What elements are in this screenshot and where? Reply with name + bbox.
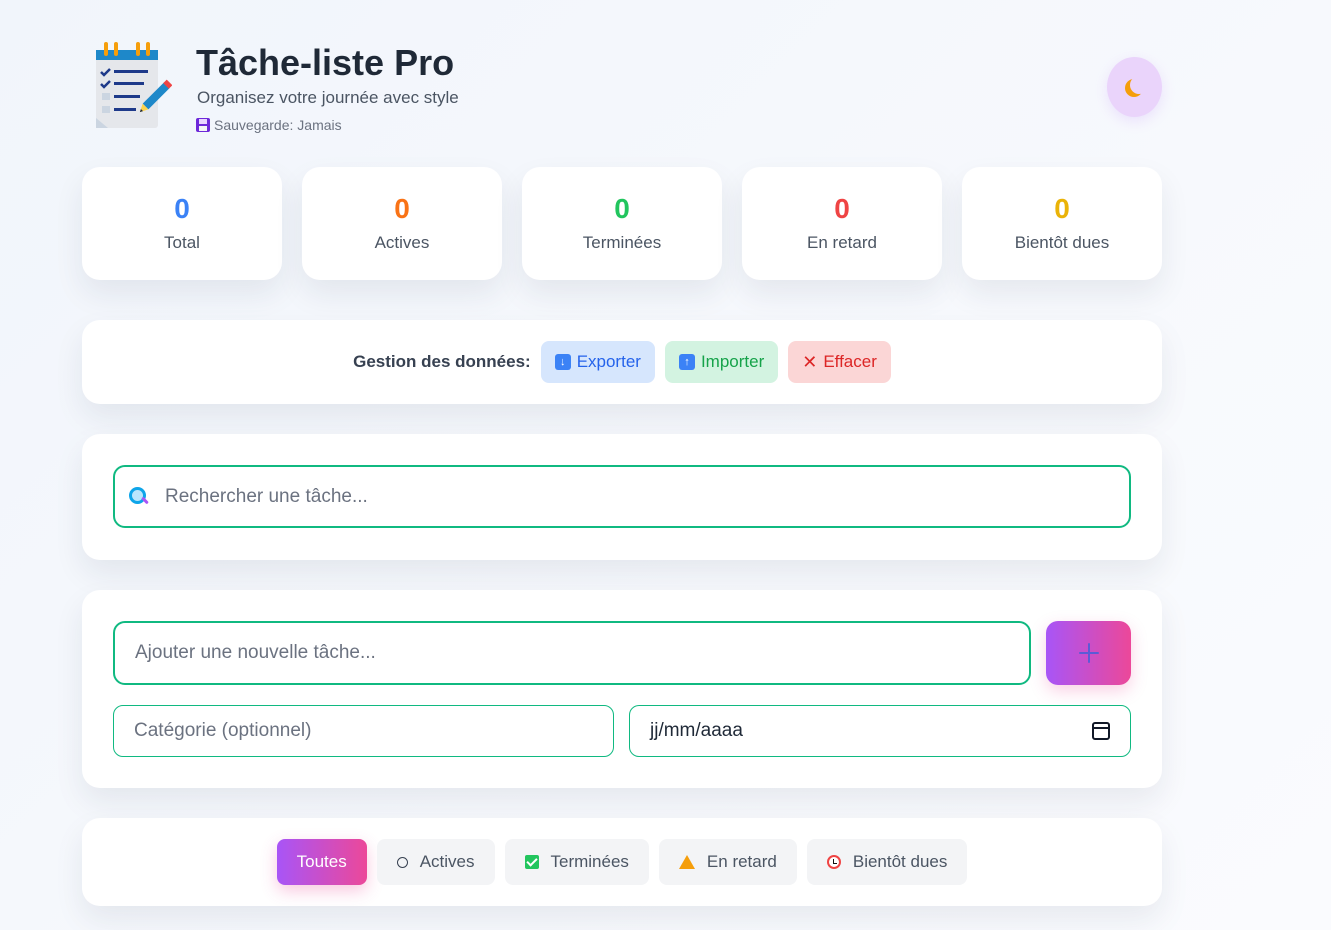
filter-completed-button[interactable]: Terminées — [504, 839, 649, 885]
due-date-placeholder: jj/mm/aaaa — [650, 720, 743, 741]
stat-label-overdue: En retard — [807, 232, 877, 252]
stat-card-total: 0 Total — [82, 167, 282, 280]
export-button[interactable]: ↓ Exporter — [540, 341, 655, 383]
search-panel — [82, 434, 1162, 560]
stat-label-total: Total — [164, 232, 200, 252]
add-task-panel: jj/mm/aaaa — [82, 590, 1162, 788]
floppy-disk-icon — [196, 118, 210, 132]
search-box — [113, 465, 1131, 528]
clear-button[interactable]: ✕ Effacer — [788, 341, 891, 383]
filter-completed-label: Terminées — [550, 852, 629, 871]
save-status: Sauvegarde: Jamais — [196, 117, 342, 133]
calendar-icon[interactable] — [1092, 722, 1110, 740]
export-button-label: Exporter — [576, 352, 641, 371]
down-arrow-icon: ↓ — [554, 354, 571, 370]
due-date-input[interactable]: jj/mm/aaaa — [629, 705, 1131, 757]
stat-value-active: 0 — [394, 192, 410, 224]
stat-label-completed: Terminées — [582, 232, 662, 252]
search-icon — [129, 486, 149, 507]
stat-card-due-soon: 0 Bientôt dues — [962, 167, 1162, 280]
plus-icon — [1078, 643, 1099, 663]
category-input[interactable] — [113, 705, 614, 757]
check-box-icon — [524, 855, 539, 869]
app-container: Tâche-liste Pro Organisez votre journée … — [82, 0, 1162, 906]
filter-active-button[interactable]: Actives — [376, 839, 495, 885]
stat-value-due-soon: 0 — [1054, 192, 1070, 224]
crescent-moon-icon — [1130, 76, 1148, 94]
theme-toggle-button[interactable] — [1107, 57, 1162, 117]
stat-value-total: 0 — [174, 192, 190, 224]
filter-overdue-button[interactable]: En retard — [658, 839, 797, 885]
close-icon: ✕ — [802, 351, 818, 372]
filter-active-label: Actives — [419, 852, 475, 871]
search-input[interactable] — [165, 485, 1065, 508]
clear-button-label: Effacer — [823, 352, 877, 371]
stat-value-overdue: 0 — [834, 192, 850, 224]
notepad-checklist-icon — [96, 42, 172, 128]
filter-all-button[interactable]: Toutes — [276, 839, 367, 885]
warning-icon — [678, 855, 695, 869]
save-status-text: Sauvegarde: Jamais — [214, 117, 342, 133]
stat-label-due-soon: Bientôt dues — [1014, 232, 1110, 252]
data-management-label: Gestion des données: — [353, 352, 531, 371]
app-subtitle: Organisez votre journée avec style — [197, 88, 459, 107]
stat-card-overdue: 0 En retard — [742, 167, 942, 280]
import-button[interactable]: ↑ Importer — [664, 341, 779, 383]
filter-due-soon-button[interactable]: Bientôt dues — [806, 839, 968, 885]
add-task-button[interactable] — [1046, 621, 1131, 685]
stats-row: 0 Total 0 Actives 0 Terminées 0 En retar… — [82, 167, 1162, 280]
stat-card-active: 0 Actives — [302, 167, 502, 280]
alarm-clock-icon — [826, 855, 841, 869]
stat-card-completed: 0 Terminées — [522, 167, 722, 280]
filter-all-label: Toutes — [296, 852, 347, 871]
filter-overdue-label: En retard — [706, 852, 777, 871]
stat-label-active: Actives — [374, 232, 430, 252]
app-title: Tâche-liste Pro — [196, 42, 455, 83]
circle-icon — [396, 856, 408, 868]
data-management-panel: Gestion des données: ↓ Exporter ↑ Import… — [82, 320, 1162, 404]
import-button-label: Importer — [700, 352, 765, 371]
stat-value-completed: 0 — [614, 192, 630, 224]
filter-panel: Toutes Actives Terminées En retard Bient… — [82, 818, 1162, 906]
up-arrow-icon: ↑ — [678, 354, 695, 370]
new-task-input[interactable] — [113, 621, 1031, 685]
filter-due-soon-label: Bientôt dues — [852, 852, 948, 871]
header: Tâche-liste Pro Organisez votre journée … — [82, 0, 1162, 167]
